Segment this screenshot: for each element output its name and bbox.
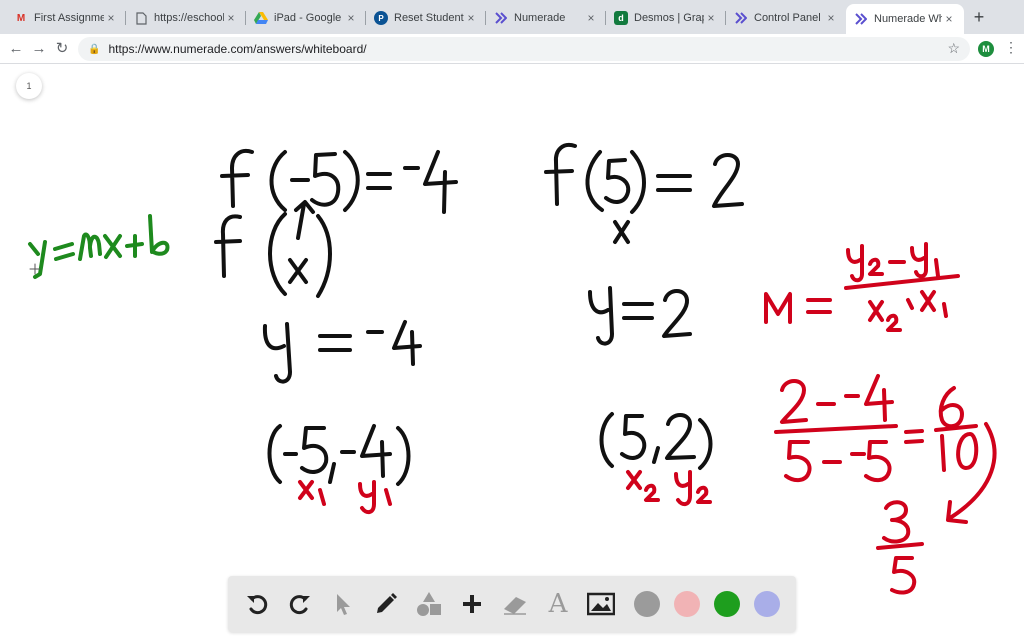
reload-button[interactable]: ↻ [52,39,72,59]
profile-avatar[interactable]: M [978,41,994,57]
whiteboard-canvas[interactable]: 1 A [0,64,1024,640]
shapes-icon [417,592,441,616]
close-tab-icon[interactable]: × [942,12,956,26]
shapes-tool-button[interactable] [412,587,446,621]
close-tab-icon[interactable]: × [224,11,238,25]
lock-icon: 🔒 [88,43,101,55]
tab-desmos[interactable]: d Desmos | Graphin × [606,4,726,32]
eraser-icon [504,597,526,615]
add-button[interactable] [455,587,489,621]
tab-title: https://eschool40... [154,12,224,24]
tab-title: Numerade Whiteb [874,13,942,25]
forward-button[interactable]: → [29,39,49,59]
color-swatch-pink[interactable] [674,591,700,617]
close-tab-icon[interactable]: × [824,11,838,25]
gmail-icon: M [16,12,26,24]
url-text: https://www.numerade.com/answers/whitebo… [108,42,367,56]
text-tool-button[interactable]: A [541,587,575,621]
color-swatch-gray[interactable] [634,591,660,617]
tab-title: Numerade [514,12,566,24]
tab-first-assignment[interactable]: M First Assignment - × [6,4,126,32]
tab-control-panel[interactable]: Control Panel × [726,4,846,32]
tab-numerade-whiteboard[interactable]: Numerade Whiteb × [846,4,964,34]
add-icon [463,595,481,613]
tab-title: Reset Student Pas [394,12,464,24]
browser-menu-icon[interactable]: ⋮ [1004,39,1018,56]
tab-title: iPad - Google Driv [274,12,344,24]
address-bar[interactable]: 🔒 https://www.numerade.com/answers/white… [78,37,970,61]
close-tab-icon[interactable]: × [464,11,478,25]
numerade-icon [494,11,508,25]
pen-tool-button[interactable] [369,587,403,621]
handwriting-layer [28,143,997,595]
redo-button[interactable] [283,587,317,621]
eraser-tool-button[interactable] [498,587,532,621]
tab-google-drive[interactable]: iPad - Google Driv × [246,4,366,32]
browser-tab-strip: M First Assignment - × https://eschool40… [0,0,1024,34]
tab-title: Desmos | Graphin [634,12,704,24]
image-icon [587,592,615,616]
pointer-icon [337,594,350,615]
new-tab-button[interactable]: + [968,6,990,28]
tab-eschool[interactable]: https://eschool40... × [126,4,246,32]
close-tab-icon[interactable]: × [584,11,598,25]
red-ink [298,242,997,595]
undo-button[interactable] [240,587,274,621]
close-tab-icon[interactable]: × [704,11,718,25]
image-tool-button[interactable] [584,587,618,621]
pointer-tool-button[interactable] [326,587,360,621]
drive-icon [254,11,268,25]
text-icon: A [548,589,568,619]
whiteboard-toolbar: A [228,576,796,632]
close-tab-icon[interactable]: × [344,11,358,25]
pen-icon [377,593,397,613]
back-button[interactable]: ← [6,39,26,59]
bookmark-star-icon[interactable]: ☆ [947,40,960,57]
undo-icon [247,595,268,615]
tab-title: Control Panel [754,12,821,24]
numerade-icon [854,12,868,26]
black-ink [214,143,744,486]
desmos-icon: d [614,11,628,25]
numerade-icon [734,11,748,25]
browser-toolbar: ← → ↻ 🔒 https://www.numerade.com/answers… [0,34,1024,64]
pearson-icon: P [374,11,388,25]
close-tab-icon[interactable]: × [104,11,118,25]
tab-reset-student-password[interactable]: P Reset Student Pas × [366,4,486,32]
page-icon [134,11,148,25]
green-ink [28,214,170,279]
color-swatch-lavender[interactable] [754,591,780,617]
redo-icon [289,595,310,615]
tab-title: First Assignment - [34,12,104,24]
color-swatch-green[interactable] [714,591,740,617]
tab-numerade[interactable]: Numerade × [486,4,606,32]
